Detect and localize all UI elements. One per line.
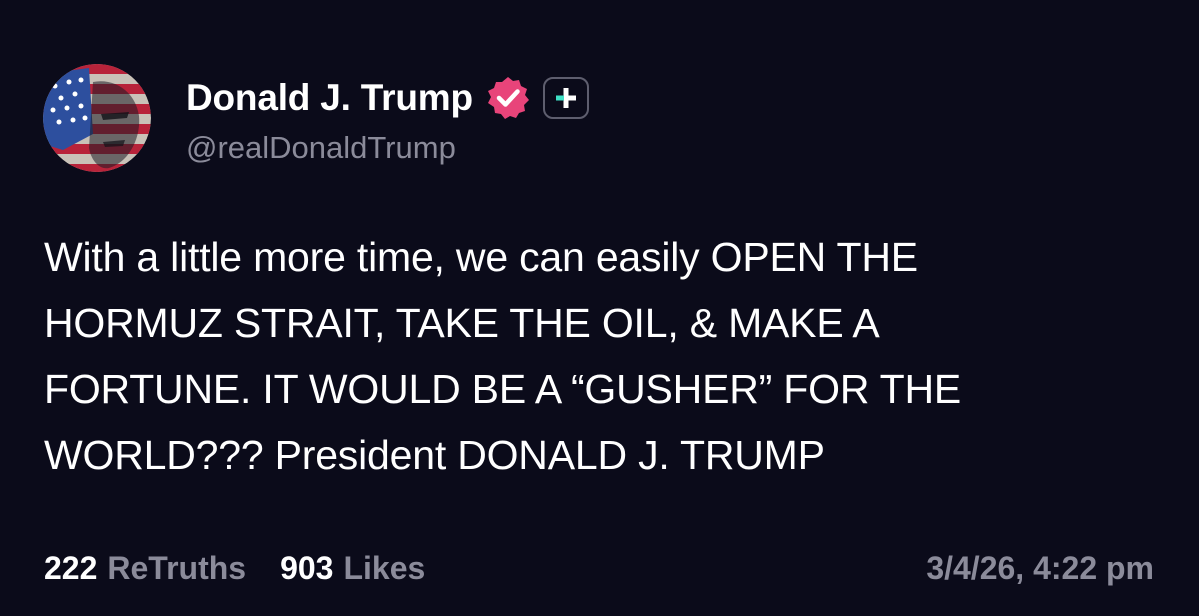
name-row: Donald J. Trump: [186, 72, 589, 124]
retruths-stat[interactable]: 222 ReTruths: [44, 550, 246, 587]
post-body: With a little more time, we can easily O…: [44, 224, 1154, 488]
post-line: WORLD??? President DONALD J. TRUMP: [44, 432, 825, 478]
user-handle[interactable]: @realDonaldTrump: [186, 130, 456, 166]
post-timestamp[interactable]: 3/4/26, 4:22 pm: [926, 550, 1154, 587]
retruths-count: 222: [44, 549, 98, 586]
avatar-image: [43, 64, 151, 172]
display-name[interactable]: Donald J. Trump: [186, 77, 473, 119]
truth-post: Donald J. Trump @realDonaldTrump With a …: [0, 0, 1199, 616]
post-line: HORMUZ STRAIT, TAKE THE OIL, & MAKE A: [44, 300, 880, 346]
avatar[interactable]: [43, 64, 151, 172]
plus-badge-icon: [542, 77, 589, 119]
likes-count: 903: [280, 549, 334, 586]
likes-label: Likes: [343, 549, 426, 586]
post-line: With a little more time, we can easily O…: [44, 234, 918, 280]
post-line: FORTUNE. IT WOULD BE A “GUSHER” FOR THE: [44, 366, 962, 412]
likes-stat[interactable]: 903 Likes: [280, 550, 425, 587]
verified-badge-icon: [485, 75, 531, 121]
post-footer: 222 ReTruths 903 Likes 3/4/26, 4:22 pm: [44, 546, 1154, 590]
retruths-label: ReTruths: [107, 549, 247, 586]
